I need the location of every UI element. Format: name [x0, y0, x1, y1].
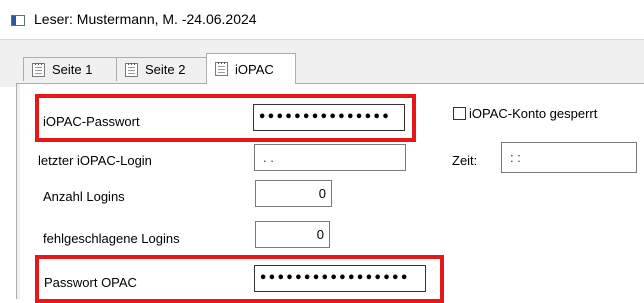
time-field[interactable]: : :: [501, 142, 637, 173]
tab-label: Seite 1: [52, 62, 93, 77]
account-locked-label: iOPAC-Konto gesperrt: [469, 106, 598, 121]
last-login-label: letzter iOPAC-Login: [38, 153, 152, 168]
window-title: Leser: Mustermann, M. -24.06.2024: [34, 11, 257, 27]
highlight-iopac-password: [35, 94, 416, 142]
login-count-field[interactable]: 0: [255, 180, 332, 207]
time-label: Zeit:: [452, 153, 478, 168]
highlight-opac-password: [35, 255, 444, 303]
failed-logins-field[interactable]: 0: [255, 221, 330, 248]
tab-label: iOPAC: [235, 61, 274, 77]
document-icon: [125, 62, 138, 77]
last-login-field[interactable]: . .: [254, 144, 406, 171]
document-icon: [215, 62, 228, 76]
tab-iopac[interactable]: iOPAC: [206, 53, 296, 84]
title-bar: Leser: Mustermann, M. -24.06.2024: [0, 0, 644, 40]
tab-seite-1[interactable]: Seite 1: [23, 57, 117, 81]
document-icon: [32, 62, 45, 77]
login-count-label: Anzahl Logins: [43, 189, 125, 204]
tab-label: Seite 2: [145, 62, 186, 77]
failed-logins-label: fehlgeschlagene Logins: [43, 231, 180, 246]
tab-seite-2[interactable]: Seite 2: [116, 57, 208, 81]
window-icon: [11, 15, 25, 26]
account-locked-checkbox[interactable]: [453, 107, 466, 120]
